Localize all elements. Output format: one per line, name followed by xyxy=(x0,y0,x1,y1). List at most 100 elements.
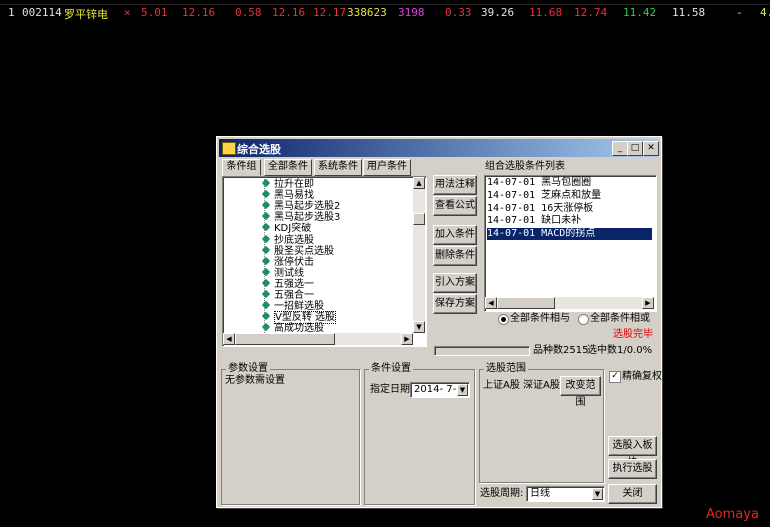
current-volume: 3198 xyxy=(398,6,425,19)
minimize-icon[interactable]: _ xyxy=(612,141,628,156)
condition-group-label: 条件设置 xyxy=(369,363,413,374)
formula-icon xyxy=(261,311,271,321)
precise-restore-checkbox[interactable]: ✓ xyxy=(609,371,621,383)
formula-icon xyxy=(261,278,271,288)
prev-close: 11.58 xyxy=(672,6,706,19)
stock-count: 品种数2515 xyxy=(533,345,589,356)
tab-all-conditions[interactable]: 全部条件 xyxy=(264,159,312,176)
radio-all-and[interactable] xyxy=(498,314,509,325)
change-pct: 5.01 xyxy=(141,6,168,19)
app-icon xyxy=(222,142,236,155)
marker: × xyxy=(124,6,131,19)
high: 12.74 xyxy=(574,6,608,19)
volume: 338623 xyxy=(347,6,387,19)
dash: - xyxy=(736,6,743,19)
low: 11.42 xyxy=(623,6,657,19)
date-picker[interactable]: 2014- 7- 1 ▼ xyxy=(410,382,470,398)
list-item[interactable]: 14-07-01 黑马包圈圈 xyxy=(487,177,652,189)
period-select[interactable]: 日线 ▼ xyxy=(526,486,605,502)
formula-icon xyxy=(261,245,271,254)
status-done: 选股完毕 xyxy=(613,329,653,340)
date-label: 指定日期: xyxy=(370,384,414,395)
scroll-thumb[interactable] xyxy=(413,213,425,225)
scroll-right-icon[interactable]: ▶ xyxy=(401,333,413,345)
tree-hscrollbar[interactable]: ◀ ▶ xyxy=(223,333,413,345)
tree-item-label: 五强合一 xyxy=(274,290,314,301)
speed: 0.33 xyxy=(445,6,472,19)
usage-note-button[interactable]: 用法注释 xyxy=(433,175,477,195)
close-icon[interactable]: ✕ xyxy=(643,141,659,156)
maximize-icon[interactable]: □ xyxy=(627,141,643,156)
formula-icon xyxy=(261,212,271,221)
save-scheme-button[interactable]: 保存方案 xyxy=(433,294,477,314)
params-text: 无参数需设置 xyxy=(225,375,285,386)
formula-icon xyxy=(261,300,271,310)
list-item[interactable]: 14-07-01 缺口未补 xyxy=(487,215,652,227)
formula-icon xyxy=(261,323,271,332)
scroll-down-icon[interactable]: ▼ xyxy=(413,321,425,333)
import-scheme-button[interactable]: 引入方案 xyxy=(433,273,477,293)
radio-all-and-label: 全部条件相与 xyxy=(510,313,570,324)
formula-icon xyxy=(261,223,271,232)
period-value: 日线 xyxy=(530,488,550,499)
tree-item-label: 五强选一 xyxy=(274,278,314,290)
tab-user-conditions[interactable]: 用户条件 xyxy=(363,159,411,176)
list-item[interactable]: 14-07-01 MACD的拐点 xyxy=(487,228,652,241)
formula-icon xyxy=(261,267,271,277)
watermark: Aomaya xyxy=(706,507,759,522)
formula-icon xyxy=(261,200,271,210)
params-group-label: 参数设置 xyxy=(226,363,270,374)
list-hscroll-thumb[interactable] xyxy=(497,297,555,309)
list-hscrollbar[interactable]: ◀ ▶ xyxy=(485,297,654,309)
tree-item-label: 黑马起步选股2 xyxy=(274,201,341,213)
progress-bar xyxy=(434,346,530,356)
view-formula-button[interactable]: 查看公式 xyxy=(433,196,477,216)
list-item[interactable]: 14-07-01 16天涨停板 xyxy=(487,203,652,215)
tree-item-label: KDJ突破 xyxy=(274,223,312,235)
open: 11.68 xyxy=(529,6,563,19)
tree-item-label: 股圣买点选股 xyxy=(274,245,334,257)
dialog-title: 综合选股 xyxy=(237,143,281,156)
scroll-left-icon[interactable]: ◀ xyxy=(223,333,235,345)
formula-icon xyxy=(261,234,271,243)
radio-all-or[interactable] xyxy=(578,314,589,325)
execute-button[interactable]: 执行选股 xyxy=(608,459,657,479)
tab-system-conditions[interactable]: 系统条件 xyxy=(314,159,362,176)
tree-item-label: 测试线 xyxy=(274,267,304,279)
turnover: 39.26 xyxy=(481,6,515,19)
chevron-down-icon[interactable]: ▼ xyxy=(457,384,468,396)
tree-item-label: 抄底选股 xyxy=(274,234,314,246)
period-label: 选股周期: xyxy=(480,488,524,499)
tree-scrollbar[interactable]: ▲ ▼ xyxy=(413,177,425,333)
add-condition-button[interactable]: 加入条件 xyxy=(433,225,477,245)
to-block-button[interactable]: 选股入板块 xyxy=(608,436,657,468)
bid: 12.16 xyxy=(272,6,306,19)
list-scroll-right-icon[interactable]: ▶ xyxy=(642,297,654,309)
list-scroll-left-icon[interactable]: ◀ xyxy=(485,297,497,309)
change-range-button[interactable]: 改变范围 xyxy=(560,376,601,408)
change: 0.58 xyxy=(235,6,262,19)
precise-restore-label: 精确复权 xyxy=(622,371,662,382)
tree-item-label: 涨停伏击 xyxy=(274,256,314,268)
price: 12.16 xyxy=(182,6,216,19)
condition-tree[interactable]: 拉升在即 黑马易找 黑马起步选股2 黑马起步选股3 KDJ突破 抄底选股 股圣买点选股 涨停伏… xyxy=(222,176,427,347)
formula-icon xyxy=(261,289,271,299)
row-index: 1 xyxy=(8,6,15,19)
condition-list[interactable]: 14-07-01 黑马包圈圈 14-07-01 芝麻点和放量 14-07-01 16… xyxy=(484,175,657,312)
scroll-up-icon[interactable]: ▲ xyxy=(413,177,425,189)
title-bar[interactable]: 综合选股 _ □ ✕ xyxy=(219,139,659,157)
formula-icon xyxy=(261,256,271,265)
list-item[interactable]: 14-07-01 芝麻点和放量 xyxy=(487,190,652,202)
stock-screen-dialog: 综合选股 _ □ ✕ 条件组 全部条件 系统条件 用户条件 拉升在即 黑马易找 黑马… xyxy=(216,136,662,508)
hscroll-thumb[interactable] xyxy=(235,333,335,345)
tab-condition-group[interactable]: 条件组 xyxy=(222,159,261,176)
stock-name: 罗平锌电 xyxy=(64,8,108,21)
delete-condition-button[interactable]: 删除条件 xyxy=(433,246,477,266)
period-chevron-down-icon[interactable]: ▼ xyxy=(592,488,603,500)
ask: 12.17 xyxy=(313,6,347,19)
list-title: 组合选股条件列表 xyxy=(485,161,565,172)
close-button[interactable]: 关闭 xyxy=(608,484,657,504)
formula-icon xyxy=(261,189,271,199)
range-text: 上证A股 深证A股 xyxy=(483,380,560,391)
selected-count: 选中数1/0.0% xyxy=(587,345,653,356)
